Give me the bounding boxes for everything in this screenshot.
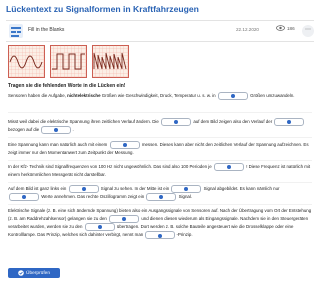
blank-input[interactable] [274, 118, 305, 126]
paragraph-2: Misst weil dabei die elektrische Spannun… [8, 118, 312, 135]
fill-in-blanks-icon [9, 24, 23, 38]
views-count: 186 [287, 25, 295, 31]
blank-input[interactable] [109, 141, 140, 149]
paragraph-5: Auf dem Bild ist ganz links ein Signal z… [8, 185, 280, 202]
blank-input[interactable] [146, 193, 177, 202]
eye-icon [276, 25, 285, 31]
digital-scope [50, 45, 87, 78]
blank-input[interactable] [145, 231, 176, 240]
publish-date: 22.12.2020 [236, 27, 259, 32]
check-button-label: Überprüfen [26, 270, 50, 276]
pwm-scope [92, 45, 129, 78]
blank-input[interactable] [109, 215, 140, 223]
page-title: Lückentext zu Signalformen in Kraftfahrz… [6, 4, 199, 14]
more-options-button[interactable]: ⋯ [302, 25, 314, 37]
app-type-label: Fill in the Blanks [28, 27, 65, 33]
blank-input[interactable] [213, 163, 244, 171]
blank-input[interactable] [68, 185, 99, 193]
blank-input[interactable] [84, 223, 115, 232]
instruction-text: Tragen sie die fehlenden Worte in die Lü… [8, 83, 126, 89]
blank-input[interactable] [41, 126, 72, 135]
signal-image [8, 45, 130, 83]
oscillogram-image [8, 45, 129, 78]
blank-input[interactable] [217, 92, 248, 100]
app-meta-bar: Fill in the Blanks 22.12.2020 186 ⋯ [6, 20, 314, 42]
paragraph-4: In der Kfz- Technik sind Signalfrequenze… [8, 163, 311, 178]
page: Lückentext zu Signalformen in Kraftfahrz… [0, 0, 320, 282]
paragraph-3: Eine Spannung kann man natürlich auch mi… [8, 141, 309, 156]
check-button[interactable]: Überprüfen [8, 268, 60, 278]
blank-input[interactable] [161, 118, 192, 126]
views-counter: 186 [276, 25, 295, 31]
blank-input[interactable] [171, 185, 202, 193]
check-icon [18, 270, 24, 276]
paragraph-1: Sensoren haben die Aufgabe, nichtelektri… [8, 92, 295, 100]
blank-input[interactable] [9, 193, 39, 202]
analog-scope [8, 45, 45, 78]
paragraph-6: Elektrische Signale (z. B. eine sich änd… [8, 208, 312, 240]
